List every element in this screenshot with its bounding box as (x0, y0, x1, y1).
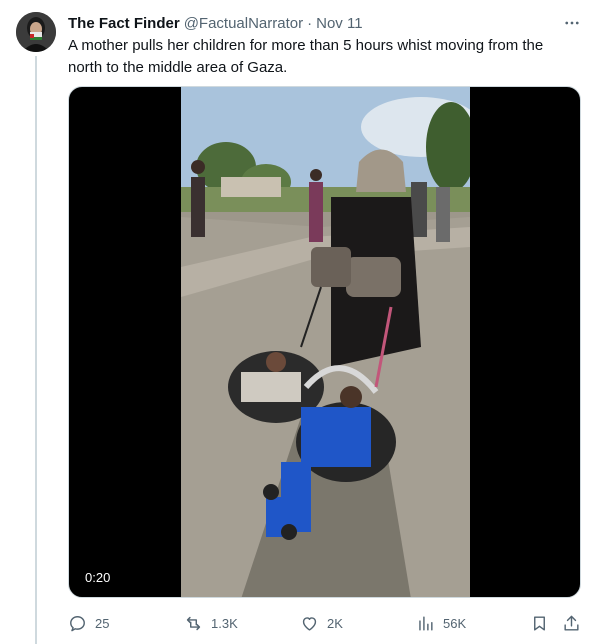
thread-line (35, 56, 37, 644)
avatar[interactable] (16, 12, 56, 52)
reply-button[interactable]: 25 (68, 608, 109, 638)
retweet-button[interactable]: 1.3K (184, 608, 238, 638)
video-frame (181, 87, 470, 597)
video-timer: 0:20 (79, 568, 117, 587)
heart-icon (302, 616, 317, 631)
avatar-image (16, 12, 56, 52)
more-icon[interactable] (562, 14, 582, 32)
like-button[interactable]: 2K (300, 608, 343, 638)
bookmark-icon (534, 615, 545, 631)
tweet-header: The Fact Finder @FactualNarrator · Nov 1… (68, 12, 582, 34)
share-button[interactable] (562, 608, 581, 638)
more-horizontal-icon (565, 21, 579, 25)
share-icon (564, 615, 579, 631)
action-bar: 25 1.3K 2K 56K (68, 608, 586, 638)
views-icon (419, 615, 433, 631)
views-count: 56K (443, 615, 467, 631)
reply-count: 25 (95, 615, 110, 631)
separator-dot: · (307, 14, 313, 32)
retweet-icon (186, 616, 201, 630)
like-count: 2K (327, 615, 343, 631)
video-thumbnail (181, 87, 470, 597)
author-name[interactable]: The Fact Finder (68, 15, 180, 32)
reply-icon (70, 615, 85, 631)
video-player[interactable]: 0:20 (68, 86, 581, 598)
tweet-text: A mother pulls her children for more tha… (68, 37, 544, 76)
retweet-count: 1.3K (211, 615, 238, 631)
views-button[interactable]: 56K (416, 608, 466, 638)
author-handle[interactable]: @FactualNarrator (184, 15, 303, 32)
bookmark-button[interactable] (530, 608, 549, 638)
tweet-date[interactable]: Nov 11 (316, 15, 362, 32)
